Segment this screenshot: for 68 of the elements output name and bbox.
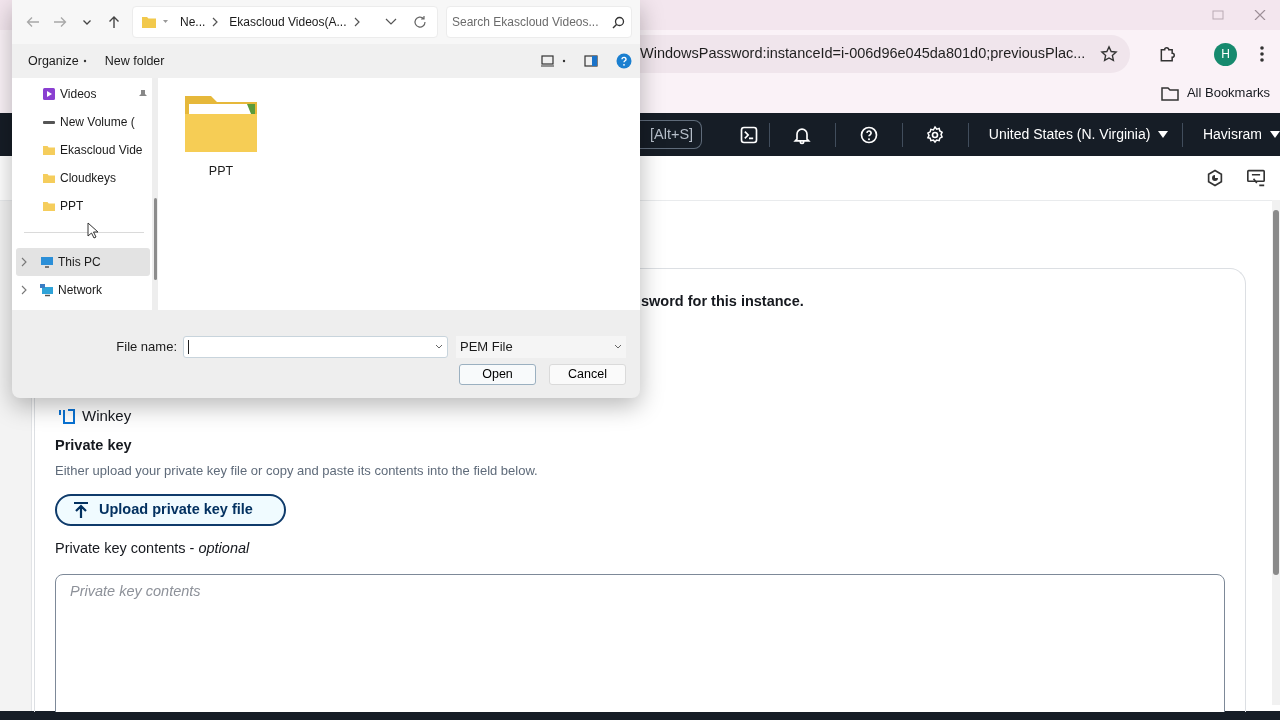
key-pair-name: Winkey	[82, 405, 132, 426]
region-menu[interactable]: United States (N. Virginia)	[988, 124, 1169, 145]
field-label: Private key contents - optional	[55, 539, 251, 558]
section-title: Private key	[55, 435, 133, 455]
new-folder-button[interactable]: New folder	[104, 51, 165, 71]
search-icon	[612, 16, 625, 29]
help-icon[interactable]	[858, 124, 879, 145]
instruction-text: sword for this instance.	[641, 292, 805, 311]
file-name-field[interactable]	[183, 336, 448, 358]
chevron-right-icon[interactable]	[211, 17, 220, 27]
folder-icon	[42, 199, 56, 213]
hexagon-icon[interactable]	[1206, 169, 1224, 187]
close-icon[interactable]	[1254, 10, 1266, 20]
section-description: Either upload your private key file or copy and paste its contents into the field below.	[55, 461, 539, 480]
nav-pane-item[interactable]: Network	[16, 276, 152, 304]
address-bar[interactable]: WindowsPassword:instanceId=i-006d96e045da801d0;previousPlac...	[640, 35, 1130, 73]
nav-pane-item[interactable]: New Volume (	[16, 108, 152, 136]
pin-icon	[138, 89, 148, 99]
caret-icon	[1270, 130, 1280, 139]
computer-icon	[40, 255, 54, 269]
key-pair-icon	[58, 406, 76, 425]
upload-icon	[73, 501, 89, 519]
file-item[interactable]: PPT	[176, 90, 266, 183]
settings-icon[interactable]	[925, 124, 946, 145]
network-icon	[40, 283, 54, 297]
dialog-button[interactable]: Cancel	[549, 364, 626, 385]
file-type-select[interactable]: PEM File	[456, 336, 626, 358]
folder-icon	[42, 171, 56, 185]
nav-pane-item[interactable]: Ekascloud Vide	[16, 136, 152, 164]
remote-screen-icon[interactable]	[1246, 169, 1266, 187]
breadcrumb-item[interactable]: Ekascloud Videos(A...	[229, 13, 347, 31]
chevron-down-icon[interactable]	[385, 18, 397, 26]
address-breadcrumb[interactable]: Ne... Ekascloud Videos(A...	[132, 6, 438, 38]
profile-avatar[interactable]: H	[1214, 42, 1237, 66]
chevron-right-icon[interactable]	[20, 257, 28, 267]
bookmark-item[interactable]: All Bookmarks	[1186, 83, 1270, 103]
chevron-down-icon	[435, 344, 443, 350]
layout-icon[interactable]	[541, 55, 554, 67]
more-menu-icon[interactable]	[1259, 45, 1265, 63]
address-text: WindowsPassword:instanceId=i-006d96e045da801d0;previousPlac...	[640, 44, 1086, 64]
search-field[interactable]: Search Ekascloud Videos...	[446, 6, 632, 38]
folder-icon	[1160, 85, 1179, 101]
caret-icon	[163, 20, 168, 24]
organize-menu[interactable]: Organize	[28, 51, 87, 71]
chevron-right-icon[interactable]	[20, 285, 28, 295]
caret-icon	[1158, 130, 1169, 139]
dialog-button[interactable]: Open	[459, 364, 536, 385]
account-menu[interactable]: Havisram	[1202, 124, 1280, 145]
private-key-field[interactable]: Private key contents	[55, 573, 1225, 712]
terminal-icon[interactable]	[738, 124, 759, 145]
caret-icon[interactable]	[562, 59, 566, 63]
chevron-right-icon[interactable]	[352, 17, 361, 27]
scrollbar[interactable]	[1272, 200, 1280, 705]
upload-button[interactable]: Upload private key file	[55, 494, 286, 526]
puzzle-icon[interactable]	[1158, 44, 1178, 64]
chevron-down-icon	[614, 344, 622, 350]
nav-pane-item[interactable]: Videos	[16, 80, 152, 108]
field-label: File name:	[116, 338, 177, 357]
cursor-icon	[87, 222, 99, 239]
video-folder-icon	[42, 87, 56, 101]
preview-pane-icon[interactable]	[584, 55, 598, 67]
folder-icon	[42, 143, 56, 157]
nav-pane-item[interactable]: This PC	[16, 248, 150, 276]
star-icon[interactable]	[1100, 45, 1118, 63]
nav-pane-item[interactable]: Cloudkeys	[16, 164, 152, 192]
breadcrumb-item[interactable]: Ne...	[180, 13, 206, 31]
refresh-icon[interactable]	[413, 15, 427, 29]
nav-pane-item[interactable]: PPT	[16, 192, 152, 220]
